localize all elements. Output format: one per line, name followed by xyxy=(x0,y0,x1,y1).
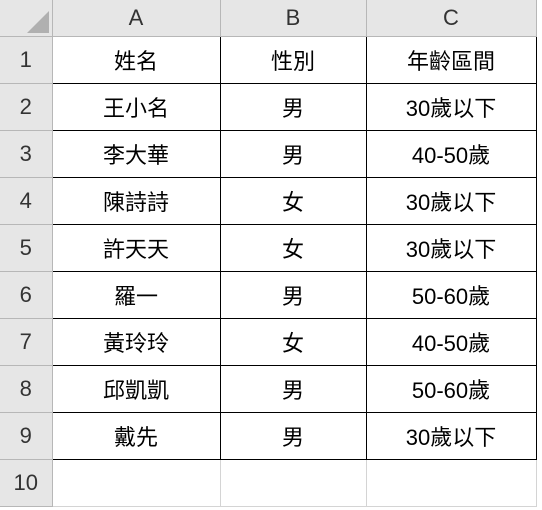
table-row: 2 王小名 男 30歲以下 xyxy=(0,83,536,130)
table-row: 9 戴先 男 30歲以下 xyxy=(0,412,536,459)
cell-A1[interactable]: 姓名 xyxy=(52,36,220,83)
table-row: 7 黃玲玲 女 40-50歲 xyxy=(0,318,536,365)
cell-B3[interactable]: 男 xyxy=(220,130,366,177)
row-header-5[interactable]: 5 xyxy=(0,224,52,271)
table-row: 1 姓名 性別 年齡區間 xyxy=(0,36,536,83)
cell-C4[interactable]: 30歲以下 xyxy=(366,177,536,224)
cell-B2[interactable]: 男 xyxy=(220,83,366,130)
cell-A9[interactable]: 戴先 xyxy=(52,412,220,459)
cell-A6[interactable]: 羅一 xyxy=(52,271,220,318)
cell-A3[interactable]: 李大華 xyxy=(52,130,220,177)
cell-C10[interactable] xyxy=(366,459,536,506)
column-header-B[interactable]: B xyxy=(220,0,366,36)
table-row: 4 陳詩詩 女 30歲以下 xyxy=(0,177,536,224)
table-row: 5 許天天 女 30歲以下 xyxy=(0,224,536,271)
column-header-C[interactable]: C xyxy=(366,0,536,36)
cell-C9[interactable]: 30歲以下 xyxy=(366,412,536,459)
cell-C6[interactable]: 50-60歲 xyxy=(366,271,536,318)
table-row: 8 邱凱凱 男 50-60歲 xyxy=(0,365,536,412)
row-header-10[interactable]: 10 xyxy=(0,459,52,506)
row-header-1[interactable]: 1 xyxy=(0,36,52,83)
cell-A10[interactable] xyxy=(52,459,220,506)
row-header-9[interactable]: 9 xyxy=(0,412,52,459)
cell-A5[interactable]: 許天天 xyxy=(52,224,220,271)
cell-A2[interactable]: 王小名 xyxy=(52,83,220,130)
cell-A8[interactable]: 邱凱凱 xyxy=(52,365,220,412)
row-header-7[interactable]: 7 xyxy=(0,318,52,365)
row-header-4[interactable]: 4 xyxy=(0,177,52,224)
spreadsheet[interactable]: A B C 1 姓名 性別 年齡區間 2 王小名 男 30歲以下 3 李大華 男… xyxy=(0,0,537,507)
cell-B6[interactable]: 男 xyxy=(220,271,366,318)
cell-C7[interactable]: 40-50歲 xyxy=(366,318,536,365)
cell-C1[interactable]: 年齡區間 xyxy=(366,36,536,83)
cell-B10[interactable] xyxy=(220,459,366,506)
cell-B9[interactable]: 男 xyxy=(220,412,366,459)
row-header-6[interactable]: 6 xyxy=(0,271,52,318)
column-header-A[interactable]: A xyxy=(52,0,220,36)
row-header-3[interactable]: 3 xyxy=(0,130,52,177)
select-all-corner[interactable] xyxy=(0,0,52,36)
cell-A7[interactable]: 黃玲玲 xyxy=(52,318,220,365)
cell-B4[interactable]: 女 xyxy=(220,177,366,224)
row-header-2[interactable]: 2 xyxy=(0,83,52,130)
table-row: 10 xyxy=(0,459,536,506)
cell-B5[interactable]: 女 xyxy=(220,224,366,271)
cell-B1[interactable]: 性別 xyxy=(220,36,366,83)
cell-C5[interactable]: 30歲以下 xyxy=(366,224,536,271)
cell-B8[interactable]: 男 xyxy=(220,365,366,412)
cell-C3[interactable]: 40-50歲 xyxy=(366,130,536,177)
table-row: 3 李大華 男 40-50歲 xyxy=(0,130,536,177)
cell-C8[interactable]: 50-60歲 xyxy=(366,365,536,412)
row-header-8[interactable]: 8 xyxy=(0,365,52,412)
cell-A4[interactable]: 陳詩詩 xyxy=(52,177,220,224)
cell-B7[interactable]: 女 xyxy=(220,318,366,365)
cell-C2[interactable]: 30歲以下 xyxy=(366,83,536,130)
table-row: 6 羅一 男 50-60歲 xyxy=(0,271,536,318)
